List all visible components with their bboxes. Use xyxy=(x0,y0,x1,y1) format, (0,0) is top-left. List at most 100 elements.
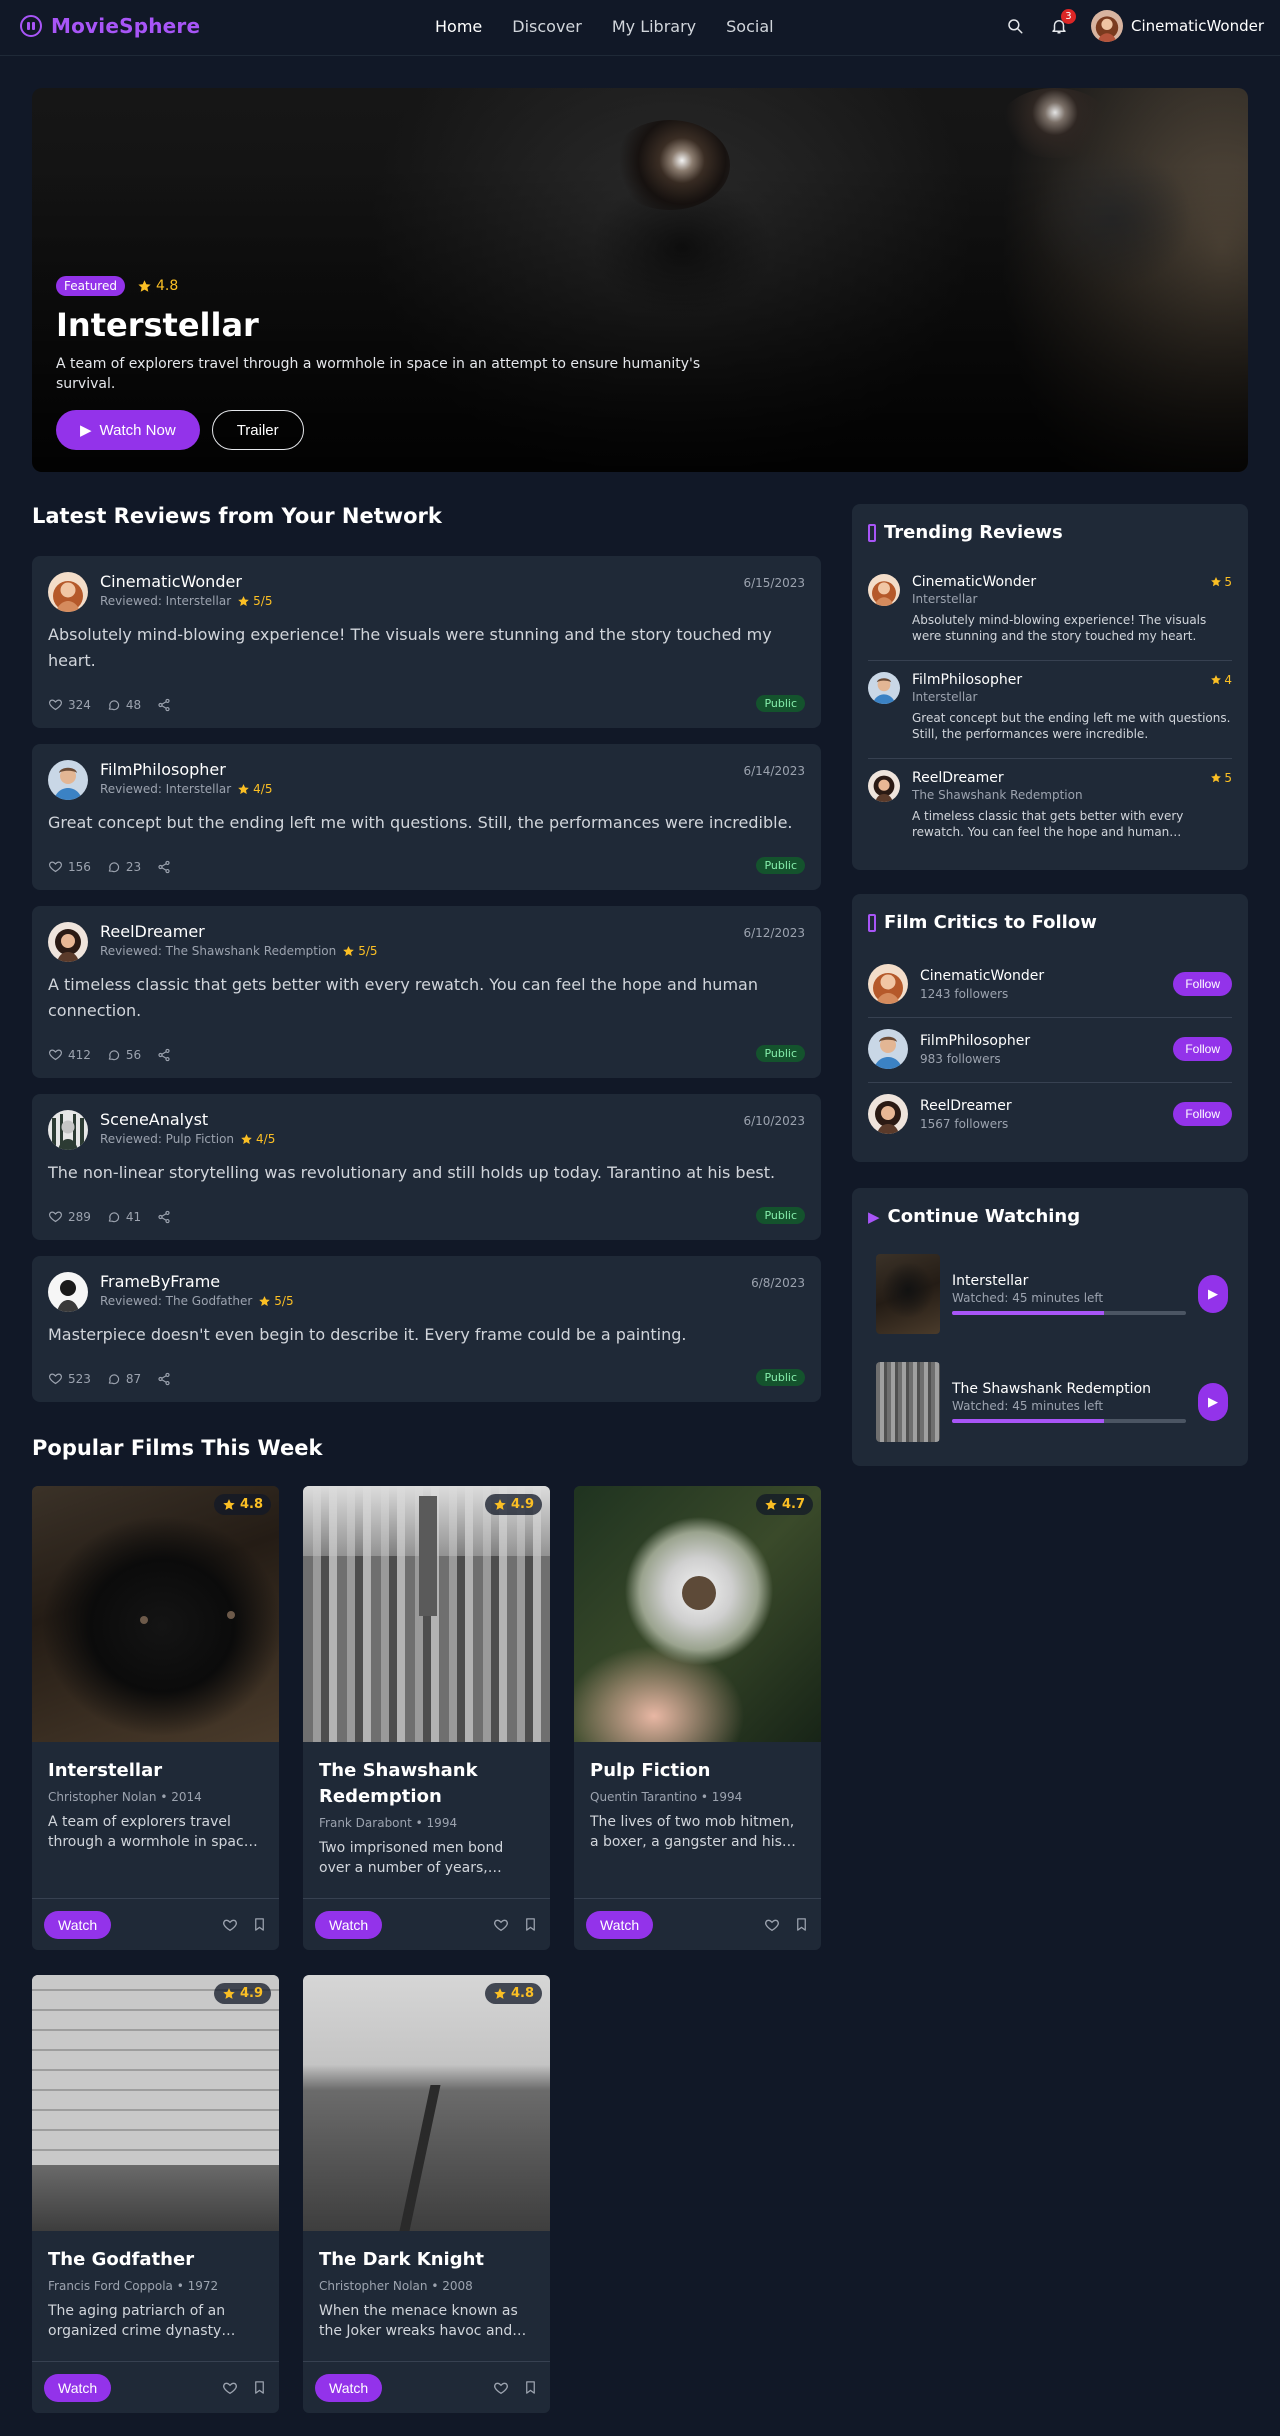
film-poster[interactable]: 4.9 xyxy=(32,1975,279,2231)
resume-play-button[interactable]: ▶ xyxy=(1198,1275,1228,1313)
share-button[interactable] xyxy=(157,698,171,712)
comment-button[interactable]: 41 xyxy=(107,1210,141,1224)
trending-header: ReelDreamer 5 xyxy=(912,770,1232,786)
comment-button[interactable]: 56 xyxy=(107,1048,141,1062)
review-card[interactable]: CinematicWonder Reviewed: Interstellar 5… xyxy=(32,556,821,728)
nav-link-social[interactable]: Social xyxy=(726,17,773,36)
bookmark-icon[interactable] xyxy=(252,1917,267,1932)
bookmark-icon[interactable] xyxy=(523,2380,538,2395)
avatar[interactable] xyxy=(48,922,88,962)
nav-link-my-library[interactable]: My Library xyxy=(612,17,696,36)
watch-button[interactable]: Watch xyxy=(315,1910,383,1939)
avatar[interactable] xyxy=(48,1272,88,1312)
bookmark-icon[interactable] xyxy=(794,1917,809,1932)
watch-button[interactable]: Watch xyxy=(44,2373,112,2402)
trailer-button[interactable]: Trailer xyxy=(211,410,304,450)
like-button[interactable]: 156 xyxy=(48,859,91,874)
hero-rating-value: 4.8 xyxy=(155,278,179,294)
film-title[interactable]: The Dark Knight xyxy=(319,2247,534,2273)
follow-button[interactable]: Follow xyxy=(1173,1037,1232,1061)
critic-name[interactable]: CinematicWonder xyxy=(920,968,1044,984)
film-thumbnail[interactable] xyxy=(876,1254,940,1334)
share-button[interactable] xyxy=(157,1048,171,1062)
avatar[interactable] xyxy=(868,1094,908,1134)
continue-watching-item[interactable]: Interstellar Watched: 45 minutes left ▶ xyxy=(876,1254,1228,1334)
review-card[interactable]: FilmPhilosopher Reviewed: Interstellar 4… xyxy=(32,744,821,890)
heart-icon xyxy=(48,1047,63,1062)
watch-button[interactable]: Watch xyxy=(586,1910,654,1939)
heart-icon[interactable] xyxy=(493,1917,509,1933)
avatar[interactable] xyxy=(868,1029,908,1069)
film-poster[interactable]: 4.8 xyxy=(303,1975,550,2231)
film-title[interactable]: The Shawshank Redemption xyxy=(319,1758,534,1810)
film-meta: Christopher Nolan • 2008 xyxy=(319,2279,473,2293)
film-thumbnail[interactable] xyxy=(876,1362,940,1442)
trending-item[interactable]: FilmPhilosopher 4 Interstellar Great conc… xyxy=(868,672,1232,742)
review-rating-value: 4/5 xyxy=(256,1132,276,1146)
trending-icon xyxy=(868,523,876,542)
share-button[interactable] xyxy=(157,1210,171,1224)
watch-button[interactable]: Watch xyxy=(44,1910,112,1939)
heart-icon[interactable] xyxy=(493,2380,509,2396)
critic-name[interactable]: ReelDreamer xyxy=(920,1098,1012,1114)
resume-play-button[interactable]: ▶ xyxy=(1198,1383,1228,1421)
watch-now-button[interactable]: ▶ Watch Now xyxy=(56,410,200,450)
comment-button[interactable]: 48 xyxy=(107,698,141,712)
reviewer-name[interactable]: FrameByFrame xyxy=(100,1272,294,1291)
nav-link-home[interactable]: Home xyxy=(435,17,482,36)
trending-item[interactable]: ReelDreamer 5 The Shawshank Redemption A … xyxy=(868,770,1232,840)
bookmark-icon[interactable] xyxy=(523,1917,538,1932)
avatar[interactable] xyxy=(868,964,908,1004)
follow-button[interactable]: Follow xyxy=(1173,972,1232,996)
film-rating-badge: 4.9 xyxy=(213,1983,271,2004)
film-poster[interactable]: 4.9 xyxy=(303,1486,550,1742)
share-button[interactable] xyxy=(157,1372,171,1386)
reviewer-name[interactable]: FilmPhilosopher xyxy=(100,760,272,779)
app-logo[interactable]: MovieSphere xyxy=(20,14,200,38)
heart-icon[interactable] xyxy=(222,1917,238,1933)
film-title[interactable]: Pulp Fiction xyxy=(590,1758,805,1784)
critic-name[interactable]: FilmPhilosopher xyxy=(920,1033,1030,1049)
film-poster[interactable]: 4.7 xyxy=(574,1486,821,1742)
watch-button[interactable]: Watch xyxy=(315,2373,383,2402)
search-icon[interactable] xyxy=(1003,14,1027,38)
avatar[interactable] xyxy=(48,572,88,612)
notifications-button[interactable]: 3 xyxy=(1047,9,1076,38)
film-card[interactable]: 4.8 Interstellar Christopher Nolan • 201… xyxy=(32,1486,279,1950)
trending-item[interactable]: CinematicWonder 5 Interstellar Absolutely… xyxy=(868,574,1232,644)
review-subtitle: Reviewed: The Godfather 5/5 xyxy=(100,1294,294,1308)
continue-watching-item[interactable]: The Shawshank Redemption Watched: 45 min… xyxy=(876,1362,1228,1442)
share-button[interactable] xyxy=(157,860,171,874)
reviewer-name[interactable]: CinematicWonder xyxy=(100,572,272,591)
heart-icon[interactable] xyxy=(222,2380,238,2396)
like-button[interactable]: 523 xyxy=(48,1371,91,1386)
review-card[interactable]: FrameByFrame Reviewed: The Godfather 5/5… xyxy=(32,1256,821,1402)
comment-button[interactable]: 87 xyxy=(107,1372,141,1386)
reviewed-film: Reviewed: The Godfather xyxy=(100,1294,253,1308)
film-card[interactable]: 4.9 The Godfather Francis Ford Coppola •… xyxy=(32,1975,279,2413)
avatar[interactable] xyxy=(48,1110,88,1150)
review-rating: 5/5 xyxy=(342,944,378,958)
nav-link-discover[interactable]: Discover xyxy=(512,17,582,36)
follow-button[interactable]: Follow xyxy=(1173,1102,1232,1126)
review-card[interactable]: ReelDreamer Reviewed: The Shawshank Rede… xyxy=(32,906,821,1078)
film-description: A team of explorers travel through a wor… xyxy=(48,1814,253,1850)
film-title[interactable]: Interstellar xyxy=(48,1758,263,1784)
like-button[interactable]: 289 xyxy=(48,1209,91,1224)
heart-icon[interactable] xyxy=(764,1917,780,1933)
visibility-badge: Public xyxy=(756,695,805,712)
avatar[interactable] xyxy=(48,760,88,800)
bookmark-icon[interactable] xyxy=(252,2380,267,2395)
review-card[interactable]: SceneAnalyst Reviewed: Pulp Fiction 4/5 … xyxy=(32,1094,821,1240)
film-card[interactable]: 4.8 The Dark Knight Christopher Nolan • … xyxy=(303,1975,550,2413)
user-profile-menu[interactable]: CinematicWonder xyxy=(1091,10,1264,42)
like-button[interactable]: 412 xyxy=(48,1047,91,1062)
film-poster[interactable]: 4.8 xyxy=(32,1486,279,1742)
reviewer-name[interactable]: ReelDreamer xyxy=(100,922,378,941)
comment-button[interactable]: 23 xyxy=(107,860,141,874)
film-card[interactable]: 4.7 Pulp Fiction Quentin Tarantino • 199… xyxy=(574,1486,821,1950)
film-card[interactable]: 4.9 The Shawshank Redemption Frank Darab… xyxy=(303,1486,550,1950)
film-title[interactable]: The Godfather xyxy=(48,2247,263,2273)
like-button[interactable]: 324 xyxy=(48,697,91,712)
reviewer-name[interactable]: SceneAnalyst xyxy=(100,1110,275,1129)
